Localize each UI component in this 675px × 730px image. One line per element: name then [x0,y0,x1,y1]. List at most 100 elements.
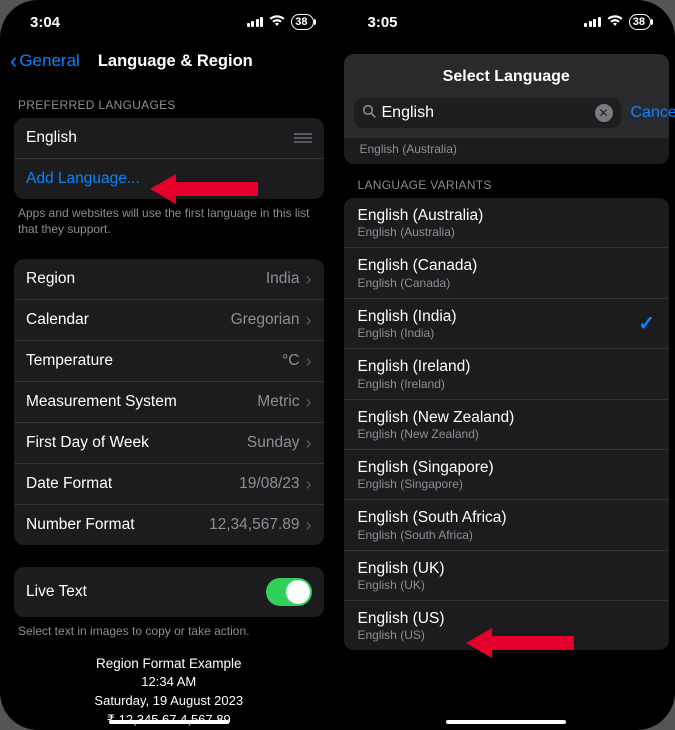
section-language-variants: LANGUAGE VARIANTS [344,164,670,198]
dateformat-value: 19/08/23 [239,475,299,493]
preferred-language-row[interactable]: English [14,118,324,158]
battery-icon: 38 [629,14,651,30]
chevron-right-icon: › [306,434,312,452]
wifi-icon [607,14,623,30]
measurement-value: Metric [257,393,299,411]
modal-title: Select Language [354,68,660,86]
dateformat-label: Date Format [26,475,112,493]
example-time: 12:34 AM [24,673,314,692]
language-main: English (New Zealand) [358,408,515,427]
chevron-right-icon: › [306,393,312,411]
example-header: Region Format Example [24,654,314,674]
add-language-label: Add Language... [26,170,140,188]
region-format-example: Region Format Example 12:34 AM Saturday,… [14,640,324,730]
checkmark-icon: ✓ [638,311,655,336]
region-value: India [266,270,300,288]
language-sub: English (India) [358,326,457,340]
preferred-languages-footer: Apps and websites will use the first lan… [14,199,324,237]
status-bar: 3:05 38 [338,0,675,44]
language-main: English (Ireland) [358,357,471,376]
dateformat-row[interactable]: Date Format 19/08/23 › [14,463,324,504]
screen-select-language: 3:05 38 Select Language ✕ Cancel [338,0,675,730]
chevron-right-icon: › [306,516,312,534]
language-sub: English (US) [358,628,445,642]
language-sub: English (Singapore) [358,477,494,491]
chevron-right-icon: › [306,270,312,288]
language-main: English (India) [358,307,457,326]
home-indicator[interactable] [109,720,229,725]
page-title: Language & Region [98,52,253,71]
language-variant-row[interactable]: English (Ireland)English (Ireland) [344,348,670,398]
drag-handle-icon[interactable] [294,133,312,142]
add-language-button[interactable]: Add Language... [14,158,324,199]
firstday-label: First Day of Week [26,434,149,452]
language-sub: English (Australia) [358,225,484,239]
language-main: English (UK) [358,559,445,578]
search-input[interactable] [382,104,589,122]
language-main: English (US) [358,609,445,628]
language-variant-row[interactable]: English (India)English (India) ✓ [344,298,670,348]
language-variant-row[interactable]: English (US)English (US) [344,600,670,650]
section-preferred-languages: PREFERRED LANGUAGES [14,84,324,118]
live-text-toggle[interactable] [266,578,312,606]
calendar-value: Gregorian [231,311,300,329]
preferred-language-label: English [26,129,77,147]
language-variant-row[interactable]: English (Canada)English (Canada) [344,247,670,297]
home-indicator[interactable] [446,720,566,725]
chevron-right-icon: › [306,352,312,370]
language-sub: English (Australia) [360,142,654,156]
clear-search-icon[interactable]: ✕ [595,104,613,122]
language-sub: English (UK) [358,578,445,592]
region-label: Region [26,270,75,288]
wifi-icon [269,14,285,30]
battery-icon: 38 [291,14,313,30]
screen-language-region: 3:04 38 ‹ General Language & Region PREF… [0,0,338,730]
chevron-right-icon: › [306,311,312,329]
live-text-label: Live Text [26,583,87,601]
language-variant-row[interactable]: English (Singapore)English (Singapore) [344,449,670,499]
cancel-button[interactable]: Cancel [631,104,675,122]
region-row[interactable]: Region India › [14,259,324,299]
live-text-footer: Select text in images to copy or take ac… [14,617,324,639]
firstday-value: Sunday [247,434,300,452]
temperature-value: °C [282,352,299,370]
numberformat-label: Number Format [26,516,135,534]
language-main: English (Australia) [358,206,484,225]
chevron-right-icon: › [306,475,312,493]
status-time: 3:04 [30,14,60,31]
language-sub: English (South Africa) [358,528,507,542]
temperature-row[interactable]: Temperature °C › [14,340,324,381]
firstday-row[interactable]: First Day of Week Sunday › [14,422,324,463]
modal-header: Select Language ✕ Cancel [344,54,670,138]
status-bar: 3:04 38 [0,0,338,44]
calendar-label: Calendar [26,311,89,329]
measurement-row[interactable]: Measurement System Metric › [14,381,324,422]
language-sub: English (Ireland) [358,377,471,391]
back-label: General [19,51,79,71]
cellular-icon [247,17,264,27]
live-text-row[interactable]: Live Text [14,567,324,617]
language-main: English (Singapore) [358,458,494,477]
calendar-row[interactable]: Calendar Gregorian › [14,299,324,340]
search-field[interactable]: ✕ [354,98,621,128]
search-icon [362,104,376,122]
list-item[interactable]: English (Australia) English (Australia) [344,138,670,164]
language-sub: English (New Zealand) [358,427,515,441]
numberformat-row[interactable]: Number Format 12,34,567.89 › [14,504,324,545]
nav-bar: ‹ General Language & Region [0,44,338,84]
language-main: English (Canada) [358,256,478,275]
temperature-label: Temperature [26,352,113,370]
chevron-left-icon: ‹ [10,50,17,72]
status-time: 3:05 [368,14,398,31]
language-variant-row[interactable]: English (South Africa)English (South Afr… [344,499,670,549]
cellular-icon [584,17,601,27]
back-button[interactable]: ‹ General [10,50,80,72]
language-main: English (South Africa) [358,508,507,527]
language-variant-row[interactable]: English (UK)English (UK) [344,550,670,600]
language-variant-row[interactable]: English (Australia)English (Australia) [344,198,670,247]
language-variant-row[interactable]: English (New Zealand)English (New Zealan… [344,399,670,449]
example-date: Saturday, 19 August 2023 [24,692,314,711]
measurement-label: Measurement System [26,393,177,411]
language-sub: English (Canada) [358,276,478,290]
numberformat-value: 12,34,567.89 [209,516,300,534]
